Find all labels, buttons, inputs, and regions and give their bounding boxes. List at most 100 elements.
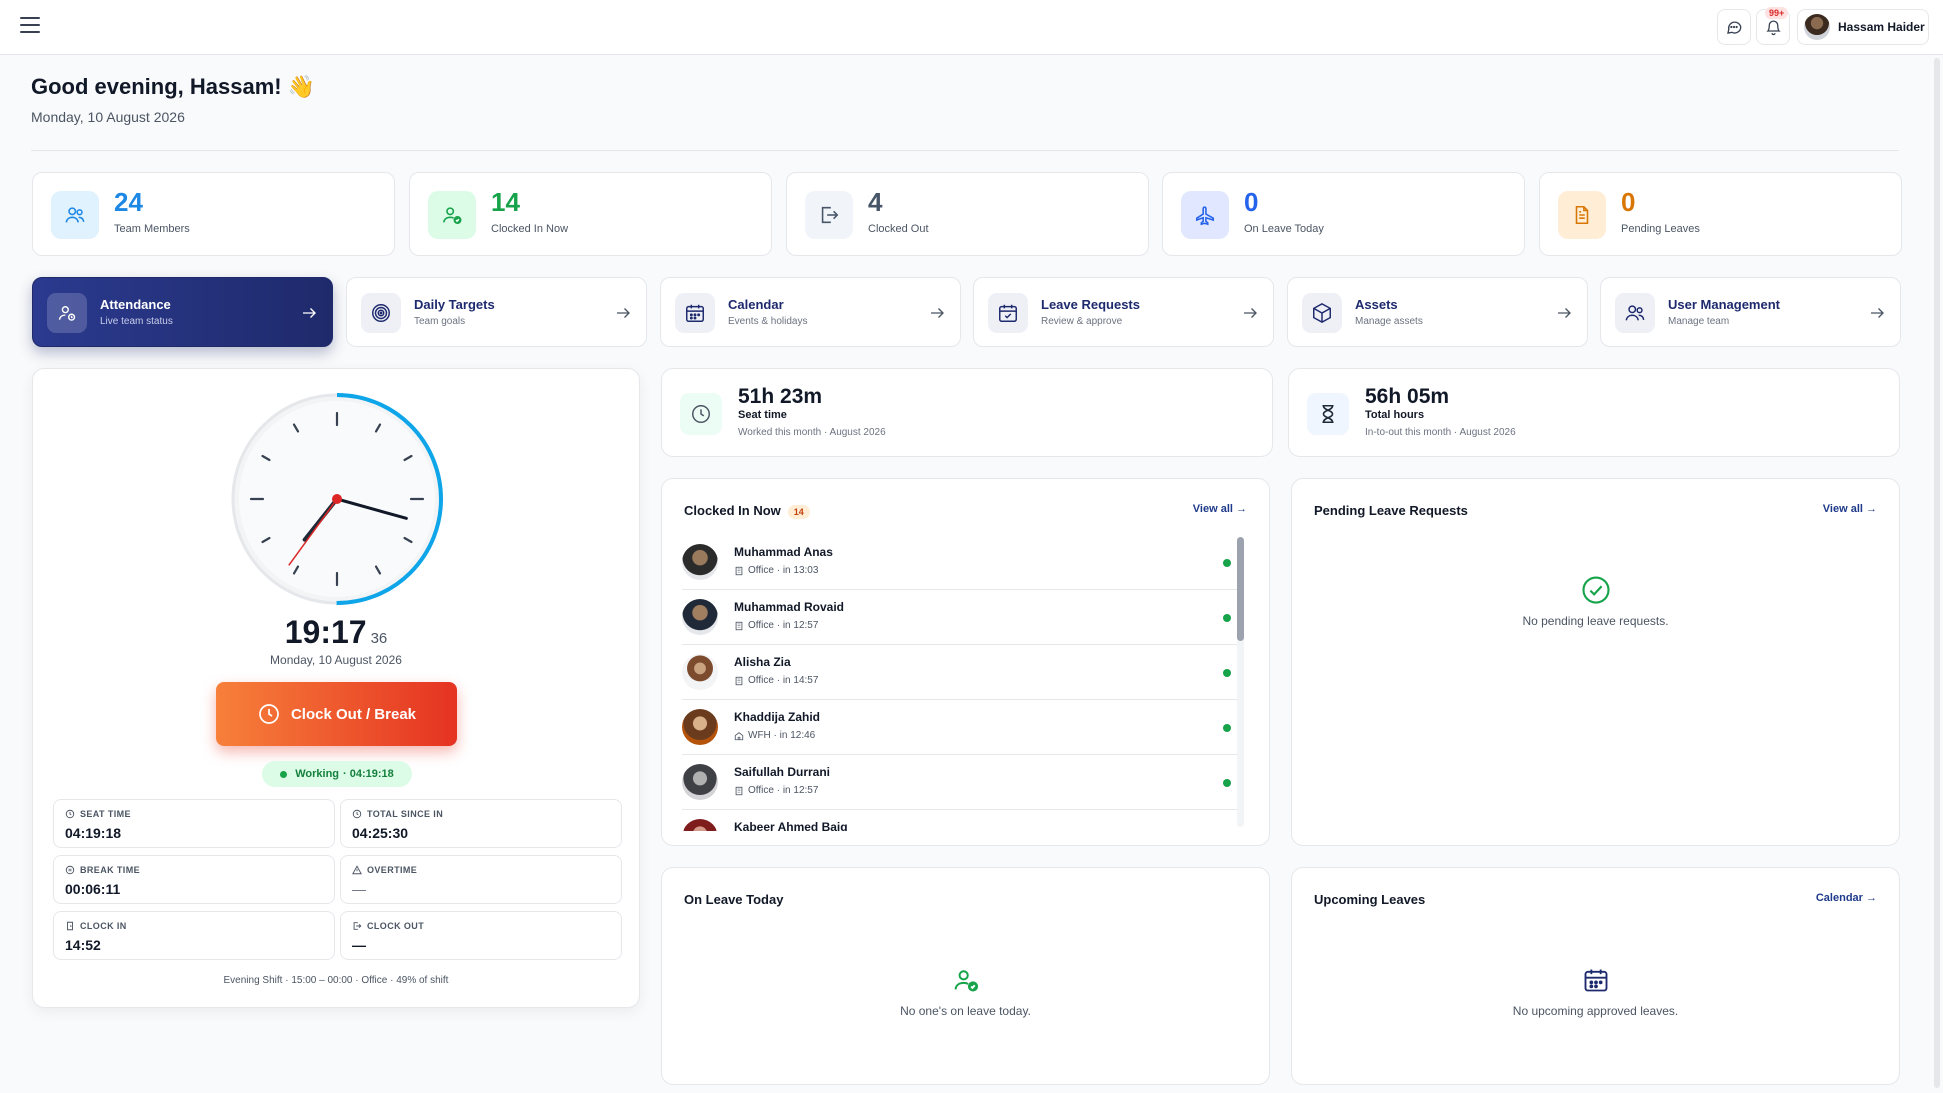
- list-scrollbar[interactable]: [1237, 537, 1244, 827]
- clock-date: Monday, 10 August 2026: [270, 653, 402, 667]
- clock-out-stat: CLOCK OUT —: [340, 911, 622, 960]
- stat-label: TOTAL SINCE IN: [352, 809, 443, 819]
- users-icon: [51, 191, 99, 239]
- nav-leave-requests[interactable]: Leave Requests Review & approve: [973, 277, 1274, 347]
- user-clock-icon: [47, 293, 87, 333]
- metric-subtitle: Worked this month · August 2026: [738, 427, 886, 438]
- stat-clocked-out: 4 Clocked Out: [786, 172, 1149, 256]
- page-date: Monday, 10 August 2026: [31, 109, 185, 125]
- clocked-in-list[interactable]: Muhammad Anas Office · in 13:03 Muhammad…: [682, 535, 1237, 831]
- stat-label: CLOCK OUT: [352, 921, 424, 931]
- stat-value: 0: [1621, 187, 1636, 217]
- metric-label: Seat time: [738, 409, 787, 421]
- avatar: [682, 709, 718, 745]
- arrow-right-icon: [931, 308, 944, 318]
- metric-value: 51h 23m: [738, 385, 823, 408]
- status-time: · 04:19:18: [343, 768, 394, 780]
- arrow-right-icon: [1871, 308, 1884, 318]
- calendar-icon: [675, 293, 715, 333]
- stat-on-leave: 0 On Leave Today: [1162, 172, 1525, 256]
- view-all-link[interactable]: View all →: [1823, 503, 1877, 515]
- building-icon: [735, 786, 743, 795]
- digital-time: 19:17 36: [33, 614, 639, 651]
- nav-user-management[interactable]: User Management Manage team: [1600, 277, 1901, 347]
- avatar: [682, 654, 718, 690]
- list-item[interactable]: Alisha Zia Office · in 14:57: [682, 645, 1237, 700]
- clock-out-break-button[interactable]: Clock Out / Break: [216, 682, 457, 746]
- nav-daily-targets[interactable]: Daily Targets Team goals: [346, 277, 647, 347]
- warning-icon: [352, 865, 362, 875]
- stat-label: OVERTIME: [352, 865, 417, 875]
- panel-title: Pending Leave Requests: [1314, 503, 1468, 518]
- door-icon: [67, 921, 73, 931]
- list-item[interactable]: Saifullah Durrani Office · in 12:57: [682, 755, 1237, 810]
- nav-title: Calendar: [728, 297, 784, 312]
- nav-calendar[interactable]: Calendar Events & holidays: [660, 277, 961, 347]
- nav-subtitle: Manage team: [1668, 316, 1730, 327]
- stat-label: Clocked In Now: [491, 223, 569, 235]
- stat-label: Pending Leaves: [1621, 223, 1700, 235]
- empty-state-text: No one's on leave today.: [900, 1004, 1031, 1018]
- user-check-icon: [954, 970, 978, 992]
- status-dot: [280, 770, 288, 778]
- upcoming-leaves-panel: Upcoming Leaves Calendar → No upcoming a…: [1291, 867, 1900, 1085]
- scroll-thumb[interactable]: [1237, 537, 1244, 641]
- person-name: Saifullah Durrani: [734, 765, 831, 779]
- calendar-link[interactable]: Calendar →: [1816, 892, 1877, 904]
- stat-value: 04:19:18: [65, 825, 122, 841]
- stat-label: CLOCK IN: [65, 921, 127, 931]
- stat-team-members: 24 Team Members: [32, 172, 395, 256]
- nav-attendance[interactable]: Attendance Live team status: [32, 277, 333, 347]
- menu-icon[interactable]: [20, 17, 40, 37]
- avatar: [682, 764, 718, 800]
- user-menu[interactable]: Hassam Haider: [1797, 9, 1929, 45]
- view-all-link[interactable]: View all →: [1193, 503, 1247, 515]
- list-item[interactable]: Muhammad Anas Office · in 13:03: [682, 535, 1237, 590]
- nav-subtitle: Team goals: [414, 316, 466, 327]
- avatar: [682, 599, 718, 635]
- page-scrollbar[interactable]: [1934, 58, 1940, 1088]
- stat-value: —: [352, 937, 366, 953]
- arrow-right-icon: [617, 308, 630, 318]
- clock-icon: [65, 809, 75, 819]
- avatar: [1804, 14, 1830, 40]
- person-name: Muhammad Anas: [734, 545, 833, 559]
- stat-pending-leaves: 0 Pending Leaves: [1539, 172, 1902, 256]
- list-item[interactable]: Khaddija Zahid WFH · in 12:46: [682, 700, 1237, 755]
- building-icon: [735, 676, 743, 685]
- box-icon: [1302, 293, 1342, 333]
- list-item[interactable]: Muhammad Rovaid Office · in 12:57: [682, 590, 1237, 645]
- nav-title: Attendance: [100, 297, 171, 312]
- online-indicator: [1223, 669, 1231, 677]
- stat-value: 24: [114, 187, 143, 217]
- clock-in-stat: CLOCK IN 14:52: [53, 911, 335, 960]
- calendar-icon: [1584, 969, 1607, 992]
- avatar: [682, 544, 718, 580]
- stat-clocked-in: 14 Clocked In Now: [409, 172, 772, 256]
- nav-subtitle: Manage assets: [1355, 316, 1423, 327]
- person-status: Office · in 12:57: [734, 785, 818, 796]
- panel-title: Clocked In Now 14: [684, 503, 810, 519]
- logout-icon: [353, 922, 362, 930]
- list-item[interactable]: Kabeer Ahmed Baig: [682, 810, 1237, 831]
- online-indicator: [1223, 724, 1231, 732]
- online-indicator: [1223, 614, 1231, 622]
- online-indicator: [1223, 559, 1231, 567]
- stat-value: 14: [491, 187, 520, 217]
- seat-time-card: 51h 23m Seat time Worked this month · Au…: [661, 368, 1273, 457]
- chat-button[interactable]: [1717, 9, 1751, 45]
- clocked-in-panel: Clocked In Now 14 View all → Muhammad Ana…: [661, 478, 1270, 846]
- clock-button-label: Clock Out / Break: [290, 705, 417, 723]
- notifications-button[interactable]: 99+: [1756, 7, 1790, 45]
- stat-value: —: [352, 881, 366, 897]
- avatar: [682, 819, 718, 831]
- seat-time-stat: SEAT TIME 04:19:18: [53, 799, 335, 848]
- stat-value: 14:52: [65, 937, 101, 953]
- building-icon: [735, 566, 743, 575]
- stat-label: Team Members: [114, 223, 190, 235]
- nav-assets[interactable]: Assets Manage assets: [1287, 277, 1588, 347]
- person-status: Office · in 12:57: [734, 620, 818, 631]
- on-leave-panel: On Leave Today No one's on leave today.: [661, 867, 1270, 1085]
- page-title: Good evening, Hassam! 👋: [31, 74, 316, 99]
- person-name: Khaddija Zahid: [734, 710, 821, 724]
